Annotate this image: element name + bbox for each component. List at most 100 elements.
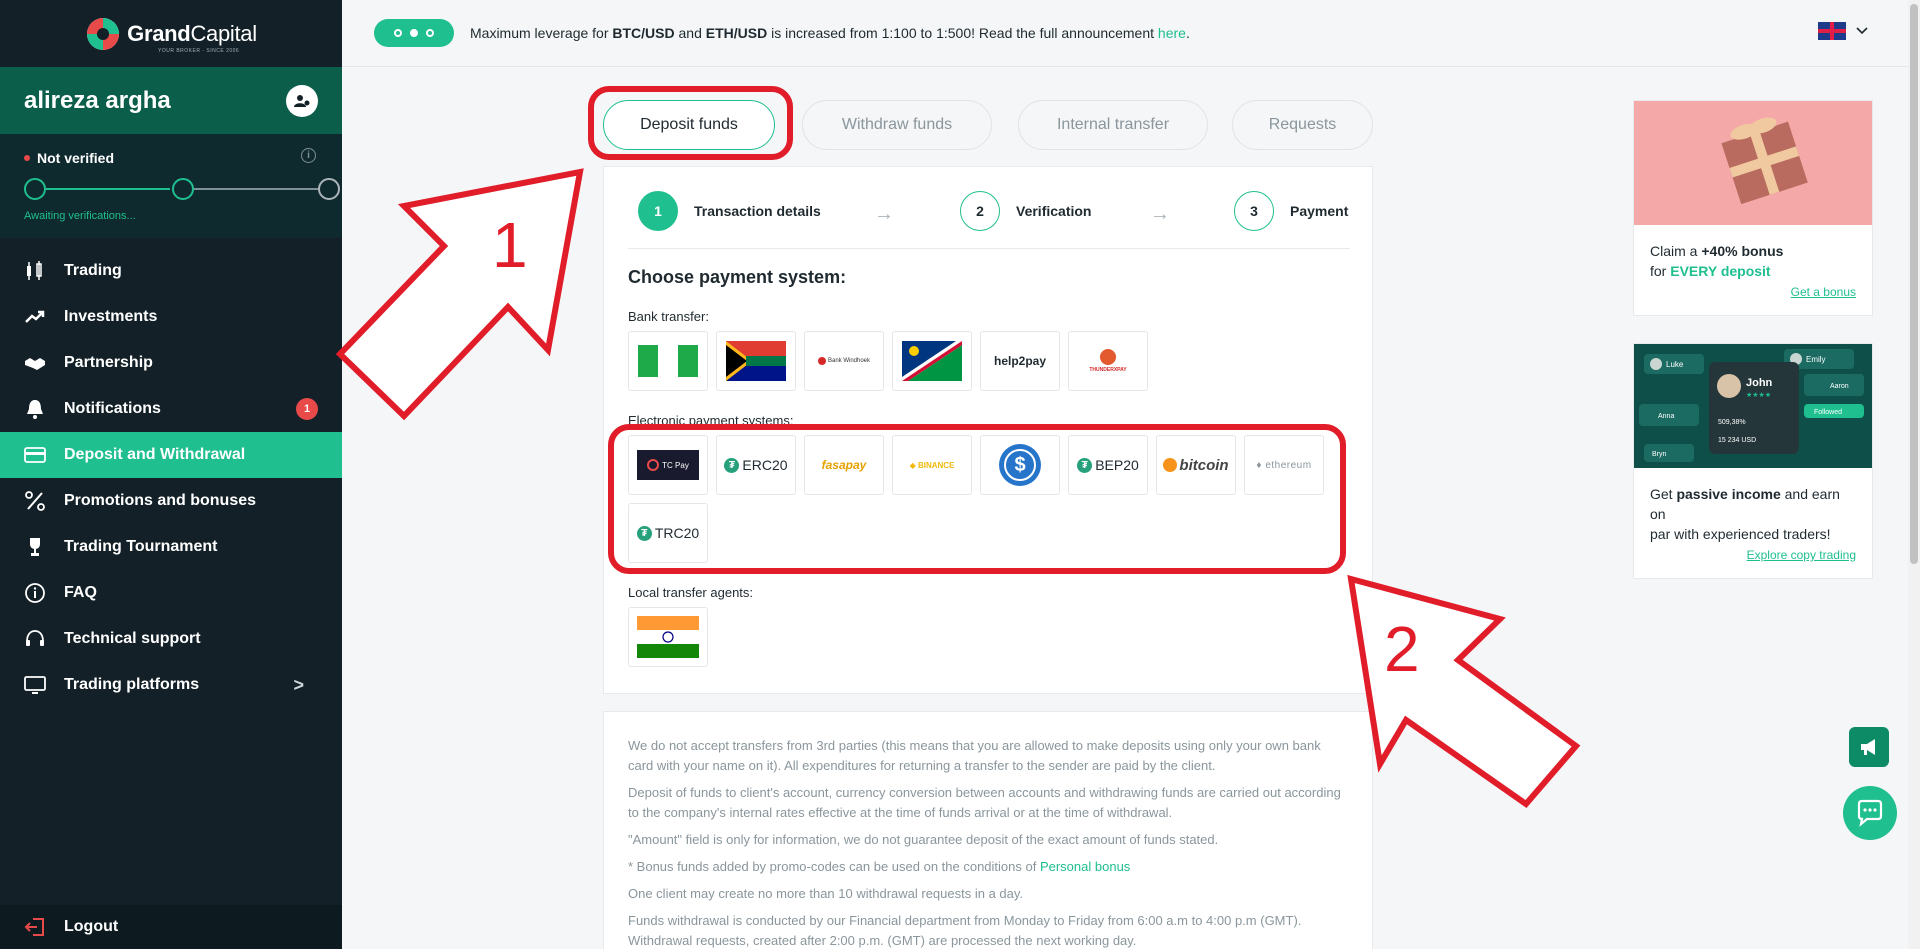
- pager-dot-active[interactable]: [410, 29, 418, 37]
- payment-bep20[interactable]: ₮ BEP20: [1068, 435, 1148, 495]
- tab-withdraw-funds[interactable]: Withdraw funds: [802, 100, 992, 150]
- tab-requests[interactable]: Requests: [1232, 100, 1373, 150]
- step-verification: 2 Verification: [960, 191, 1091, 231]
- svg-text:John: John: [1746, 377, 1773, 389]
- nav-item-notifications[interactable]: Notifications 1: [0, 386, 342, 432]
- nav-item-deposit-withdrawal[interactable]: Deposit and Withdrawal: [0, 432, 342, 478]
- get-bonus-link[interactable]: Get a bonus: [1634, 281, 1872, 315]
- nav-item-trading-platforms[interactable]: Trading platforms >: [0, 662, 342, 708]
- nav-label: Partnership: [64, 354, 153, 371]
- svg-text:Bryn: Bryn: [1652, 451, 1667, 458]
- step-transaction-details: 1 Transaction details: [638, 191, 821, 231]
- svg-text:15 234 USD: 15 234 USD: [1718, 437, 1756, 444]
- nav-item-promotions[interactable]: Promotions and bonuses: [0, 478, 342, 524]
- nav-label: FAQ: [64, 584, 97, 601]
- terms-paragraph: Deposit of funds to client's account, cu…: [628, 785, 1341, 820]
- awaiting-verifications: Awaiting verifications...: [24, 210, 136, 222]
- headset-icon: [24, 628, 46, 650]
- user-settings-icon[interactable]: [286, 84, 318, 117]
- info-icon[interactable]: i: [301, 148, 316, 163]
- payment-usdc[interactable]: $: [980, 435, 1060, 495]
- south-africa-flag-icon: [726, 341, 786, 381]
- megaphone-button[interactable]: [1849, 727, 1889, 767]
- scrollbar[interactable]: [1908, 0, 1920, 949]
- gift-box-image: [1634, 101, 1872, 225]
- nav-label: Trading platforms: [64, 676, 200, 693]
- brand-tagline: YOUR BROKER · SINCE 2006: [158, 48, 240, 54]
- nav-label: Technical support: [64, 630, 201, 647]
- annotation-number-1: 1: [492, 209, 528, 281]
- tab-deposit-funds[interactable]: Deposit funds: [603, 100, 775, 150]
- annotation-number-2: 2: [1384, 613, 1420, 685]
- brand-name: GrandCapital: [127, 20, 257, 46]
- tab-internal-transfer[interactable]: Internal transfer: [1018, 100, 1208, 150]
- personal-bonus-link[interactable]: Personal bonus: [1040, 859, 1130, 874]
- usdc-icon: $: [999, 444, 1041, 486]
- language-selector[interactable]: [1818, 22, 1868, 40]
- payment-erc20[interactable]: ₮ ERC20: [716, 435, 796, 495]
- chevron-down-icon: [1856, 27, 1868, 35]
- nav-item-trading[interactable]: Trading: [0, 248, 342, 294]
- bell-icon: [24, 398, 46, 420]
- deposit-terms: We do not accept transfers from 3rd part…: [603, 711, 1373, 949]
- terms-paragraph: "Amount" field is only for information, …: [628, 832, 1219, 847]
- step-number: 2: [960, 191, 1000, 231]
- chevron-right-icon: >: [293, 674, 304, 695]
- payment-india-agent[interactable]: [628, 607, 708, 667]
- verification-step-3: [318, 178, 340, 200]
- payment-south-africa-bank[interactable]: [716, 331, 796, 391]
- payment-bank-windhoek[interactable]: Bank Windhoek: [804, 331, 884, 391]
- user-header: alireza argha: [0, 67, 342, 134]
- verification-step-2: [172, 178, 194, 200]
- explore-copy-trading-link[interactable]: Explore copy trading: [1634, 544, 1872, 578]
- uk-flag-icon: [1818, 22, 1846, 40]
- nav-item-faq[interactable]: FAQ: [0, 570, 342, 616]
- payment-ethereum[interactable]: ♦ ethereum: [1244, 435, 1324, 495]
- logo-mark-icon: [87, 17, 120, 50]
- verification-panel: Not verified i Awaiting verifications...: [0, 134, 342, 238]
- chat-button[interactable]: [1843, 786, 1897, 840]
- nav-item-tournament[interactable]: Trading Tournament: [0, 524, 342, 570]
- handshake-icon: [24, 352, 46, 374]
- logout-button[interactable]: Logout: [0, 905, 342, 949]
- nav-item-partnership[interactable]: Partnership: [0, 340, 342, 386]
- megaphone-icon: [1861, 739, 1875, 755]
- payment-trc20[interactable]: ₮ TRC20: [628, 503, 708, 563]
- svg-text:Followed: Followed: [1814, 409, 1842, 416]
- payment-tcpay[interactable]: TC Pay: [628, 435, 708, 495]
- svg-text:Aaron: Aaron: [1830, 383, 1849, 390]
- payment-fasapay[interactable]: fasapay: [804, 435, 884, 495]
- payment-help2pay[interactable]: help2pay: [980, 331, 1060, 391]
- namibia-flag-icon: [902, 341, 962, 381]
- nigeria-flag-icon: [638, 345, 698, 377]
- verification-status-label: Not verified: [37, 150, 115, 166]
- brand-logo[interactable]: GrandCapital: [0, 0, 342, 67]
- bank-transfer-label: Bank transfer:: [628, 309, 709, 324]
- copy-trading-image: Luke Emily John ★★★★ 509,38% 15 234 USD …: [1634, 344, 1872, 468]
- scrollbar-thumb[interactable]: [1910, 4, 1918, 564]
- nav-label: Notifications: [64, 400, 161, 417]
- nav-item-investments[interactable]: Investments: [0, 294, 342, 340]
- payment-thunderxpay[interactable]: THUNDERXPAY: [1068, 331, 1148, 391]
- pager-dot[interactable]: [426, 29, 434, 37]
- pager-dot[interactable]: [394, 29, 402, 37]
- payment-binance[interactable]: ◆ BINANCE: [892, 435, 972, 495]
- info-circle-icon: [24, 582, 46, 604]
- announcement-pager[interactable]: [374, 19, 454, 47]
- payment-namibia-bank[interactable]: [892, 331, 972, 391]
- nav-label: Deposit and Withdrawal: [64, 446, 246, 463]
- announcement-text: Maximum leverage for BTC/USD and ETH/USD…: [470, 25, 1190, 41]
- monitor-icon: [24, 674, 46, 696]
- svg-text:509,38%: 509,38%: [1718, 419, 1746, 426]
- logout-icon: [24, 916, 46, 938]
- payment-bitcoin[interactable]: bitcoin: [1156, 435, 1236, 495]
- step-number: 1: [638, 191, 678, 231]
- step-label: Payment: [1290, 203, 1349, 219]
- payment-nigeria-bank[interactable]: [628, 331, 708, 391]
- promo-bonus-text: Claim a +40% bonus for EVERY deposit: [1650, 243, 1784, 279]
- step-label: Verification: [1016, 203, 1092, 219]
- announcement-link[interactable]: here: [1158, 25, 1186, 41]
- terms-paragraph: * Bonus funds added by promo-codes can b…: [628, 859, 1131, 874]
- nav-item-support[interactable]: Technical support: [0, 616, 342, 662]
- step-payment: 3 Payment: [1234, 191, 1348, 231]
